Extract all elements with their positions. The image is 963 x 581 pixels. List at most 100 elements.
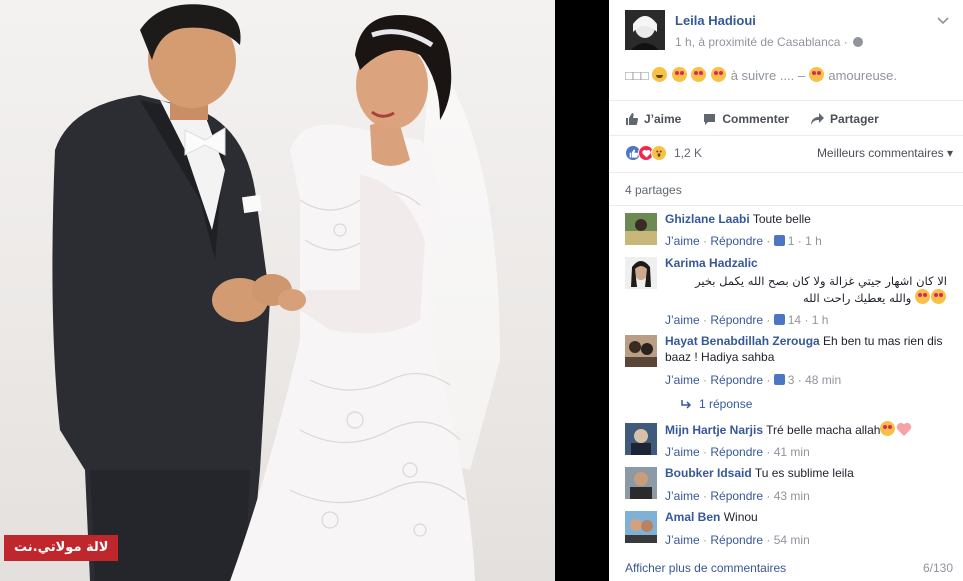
share-arrow-icon — [811, 113, 825, 125]
post-side-panel: Leila Hadioui 1 h, à proximité de Casabl… — [609, 0, 963, 581]
comment-time[interactable]: 54 min — [774, 533, 810, 547]
like-count-icon — [773, 235, 785, 246]
comment-like-count[interactable]: 1 — [788, 234, 795, 248]
view-replies-link[interactable]: 1 réponse — [681, 397, 752, 411]
heart-eyes-emoji-icon — [915, 289, 930, 304]
comment-text: Tu es sublime leila — [754, 466, 854, 480]
commenter-name[interactable]: Karima Hadzalic — [665, 256, 758, 270]
comment-like-link[interactable]: J’aime — [665, 489, 700, 503]
lightbox-gutter — [555, 0, 609, 581]
comment-meta: J’aime · Répondre · 43 min — [665, 489, 810, 503]
comment-text: Tré belle macha allah — [766, 423, 881, 437]
commenter-name[interactable]: Mijn Hartje Narjis — [665, 423, 763, 437]
comment-text-line-2: والله يعطيك راحت الله — [802, 291, 912, 305]
heart-eyes-emoji-icon — [691, 67, 707, 82]
comment-like-link[interactable]: J’aime — [665, 373, 700, 387]
comment-text: Toute belle — [752, 212, 811, 226]
comment-meta: J’aime · Répondre · 1 · 1 h — [665, 234, 822, 248]
commenter-avatar[interactable] — [625, 335, 657, 367]
post-text-end: amoureuse. — [828, 68, 898, 83]
comment-meta: J’aime · Répondre · 54 min — [665, 533, 810, 547]
wedding-photo-illustration — [52, 4, 500, 581]
commenter-avatar[interactable] — [625, 467, 657, 499]
comment-body: Boubker Idsaid Tu es sublime leila — [665, 465, 953, 481]
comment-reply-link[interactable]: Répondre — [710, 533, 763, 547]
show-more-comments-link[interactable]: Afficher plus de commentaires — [625, 561, 786, 575]
comment-meta: J’aime · Répondre · 3 · 48 min — [665, 373, 842, 387]
divider — [609, 135, 963, 136]
chevron-down-icon[interactable] — [937, 14, 949, 28]
heart-eyes-emoji-icon — [711, 67, 727, 82]
comment-reply-link[interactable]: Répondre — [710, 313, 763, 327]
divider — [609, 100, 963, 101]
thumbs-up-icon — [626, 113, 638, 125]
author-avatar[interactable] — [625, 10, 665, 50]
comment-text-line: الا كان اشهار جيتي غزالة ولا كان بصح الل… — [695, 274, 947, 288]
heart-icon — [897, 422, 912, 436]
commenter-name[interactable]: Hayat Benabdillah Zerouga — [665, 334, 820, 348]
share-button[interactable]: Partager — [811, 112, 879, 126]
globe-icon — [853, 37, 864, 47]
heart-eyes-emoji-icon — [931, 289, 946, 304]
comment-like-link[interactable]: J’aime — [665, 313, 700, 327]
comment-sort-dropdown[interactable]: Meilleurs commentaires ▾ — [817, 146, 953, 160]
comment-button[interactable]: Commenter — [703, 112, 789, 126]
like-count-icon — [773, 314, 785, 325]
comment-reply-link[interactable]: Répondre — [710, 489, 763, 503]
commenter-avatar[interactable] — [625, 257, 657, 289]
comment-body: Karima Hadzalic — [665, 255, 953, 271]
comment-time[interactable]: 48 min — [805, 373, 841, 387]
like-count-icon — [773, 374, 785, 385]
divider — [609, 205, 963, 206]
comment-reply-link[interactable]: Répondre — [710, 234, 763, 248]
post-text-missing-glyphs: □□□ — [625, 68, 649, 83]
comment-time[interactable]: 41 min — [774, 445, 810, 459]
reply-arrow-icon — [681, 400, 692, 409]
post-meta-text: 1 h, à proximité de Casablanca · — [675, 35, 848, 49]
post-photo[interactable]: لالة مولاتي.نت — [0, 0, 555, 581]
comment-like-link[interactable]: J’aime — [665, 445, 700, 459]
comment-text-rtl: الا كان اشهار جيتي غزالة ولا كان بصح الل… — [665, 273, 947, 306]
commenter-avatar[interactable] — [625, 511, 657, 543]
heart-eyes-emoji-icon — [671, 67, 687, 82]
grin-emoji-icon — [652, 67, 668, 82]
comment-like-count[interactable]: 14 — [788, 313, 801, 327]
commenter-avatar[interactable] — [625, 213, 657, 245]
commenter-name[interactable]: Boubker Idsaid — [665, 466, 752, 480]
post-author-name[interactable]: Leila Hadioui — [675, 13, 756, 28]
reactions-summary: 1,2 K Meilleurs commentaires ▾ — [625, 142, 953, 164]
commenter-avatar[interactable] — [625, 423, 657, 455]
comment-bubble-icon — [704, 114, 716, 125]
comment-body: Ghizlane Laabi Toute belle — [665, 211, 953, 227]
comment-like-count[interactable]: 3 — [788, 373, 795, 387]
in-love-emoji-icon — [808, 67, 824, 82]
view-replies-label: 1 réponse — [699, 397, 753, 411]
comment-body: Hayat Benabdillah Zerouga Eh ben tu mas … — [665, 333, 953, 365]
comment-like-link[interactable]: J’aime — [665, 533, 700, 547]
comment-time[interactable]: 1 h — [805, 234, 822, 248]
comment-reply-link[interactable]: Répondre — [710, 373, 763, 387]
comment-like-link[interactable]: J’aime — [665, 234, 700, 248]
comment-time[interactable]: 43 min — [774, 489, 810, 503]
comment-button-label: Commenter — [722, 112, 790, 126]
comment-body: Amal Ben Winou — [665, 509, 953, 525]
post-meta: 1 h, à proximité de Casablanca · — [675, 35, 864, 49]
wow-reaction-icon[interactable] — [651, 145, 667, 161]
commenter-name[interactable]: Amal Ben — [665, 510, 720, 524]
heart-eyes-emoji-icon — [880, 421, 896, 436]
comment-meta: J’aime · Répondre · 14 · 1 h — [665, 313, 829, 327]
comment-body: Mijn Hartje Narjis Tré belle macha allah — [665, 421, 953, 438]
comment-pagination: 6/130 — [922, 561, 953, 575]
post-message: □□□ à suivre .... – amoureuse. — [625, 67, 897, 83]
comment-reply-link[interactable]: Répondre — [710, 445, 763, 459]
comment-meta: J’aime · Répondre · 41 min — [665, 445, 810, 459]
commenter-name[interactable]: Ghizlane Laabi — [665, 212, 750, 226]
reaction-count[interactable]: 1,2 K — [674, 146, 702, 160]
share-button-label: Partager — [830, 112, 879, 126]
shares-count[interactable]: 4 partages — [625, 183, 682, 197]
post-text-middle: à suivre .... – — [730, 68, 809, 83]
like-button[interactable]: J’aime — [625, 112, 681, 126]
comment-text-line: والله يعطيك راحت الله — [665, 289, 947, 306]
comment-time[interactable]: 1 h — [812, 313, 829, 327]
divider — [609, 172, 963, 173]
